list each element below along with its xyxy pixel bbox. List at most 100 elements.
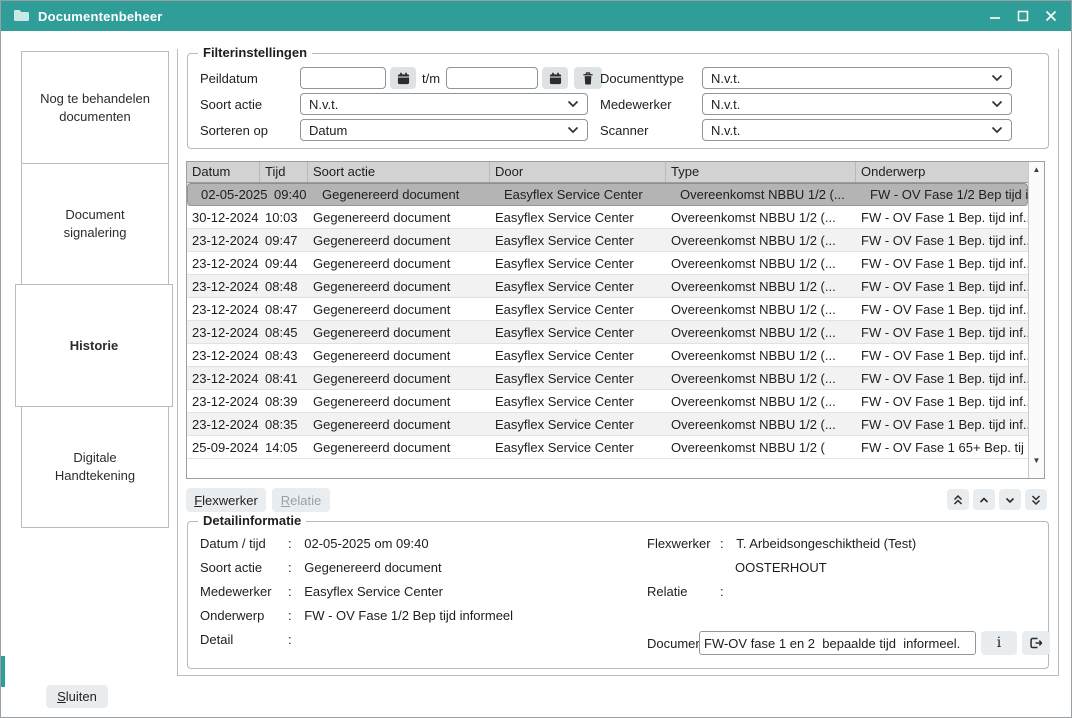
table-row[interactable]: 23-12-202408:35Gegenereerd documentEasyf… — [187, 413, 1028, 436]
tab-nog-te-behandelen-documenten[interactable]: Nog te behandelen documenten — [21, 51, 169, 164]
window-edge-accent — [1, 656, 5, 687]
table-row[interactable]: 23-12-202409:44Gegenereerd documentEasyf… — [187, 252, 1028, 275]
detail-groupbox: Detailinformatie Datum / tijd 02-05-2025… — [187, 521, 1049, 669]
scroll-down-button[interactable] — [999, 489, 1021, 510]
colon — [288, 632, 292, 647]
table-cell: Overeenkomst NBBU 1/2 (... — [666, 348, 856, 363]
clear-dates-button[interactable] — [574, 67, 602, 89]
table-cell: FW - OV Fase 1 Bep. tijd inf... — [856, 394, 1030, 409]
table-cell: 08:48 — [260, 279, 308, 294]
documenttype-select[interactable]: N.v.t. — [702, 67, 1012, 89]
table-cell: Overeenkomst NBBU 1/2 (... — [666, 325, 856, 340]
medewerker-label: Medewerker — [600, 97, 672, 112]
table-cell: 23-12-2024 — [187, 394, 260, 409]
table-cell: Easyflex Service Center — [490, 325, 666, 340]
table-row[interactable]: 23-12-202408:41Gegenereerd documentEasyf… — [187, 367, 1028, 390]
table-cell: 23-12-2024 — [187, 302, 260, 317]
peildatum-label: Peildatum — [200, 71, 258, 86]
filter-legend: Filterinstellingen — [198, 45, 312, 60]
column-header[interactable]: Tijd — [260, 162, 308, 182]
table-cell: 23-12-2024 — [187, 256, 260, 271]
document-info-button[interactable]: i — [981, 631, 1017, 655]
flexwerker-button[interactable]: Flexwerker — [186, 488, 266, 512]
tab-historie[interactable]: Historie — [15, 284, 173, 407]
detail-label: Flexwerker — [647, 536, 720, 551]
table-cell: 23-12-2024 — [187, 325, 260, 340]
table-row[interactable]: 23-12-202408:39Gegenereerd documentEasyf… — [187, 390, 1028, 413]
trash-icon — [582, 72, 594, 85]
table-row[interactable]: 02-05-202509:40Gegenereerd documentEasyf… — [187, 183, 1028, 206]
table-row[interactable]: 23-12-202408:43Gegenereerd documentEasyf… — [187, 344, 1028, 367]
sluiten-button[interactable]: Sluiten — [46, 685, 108, 708]
peildatum-from-input[interactable] — [300, 67, 386, 89]
colon — [288, 584, 292, 599]
column-header[interactable]: Onderwerp — [856, 162, 1030, 182]
table-cell: 23-12-2024 — [187, 348, 260, 363]
table-row[interactable]: 25-09-202414:05Gegenereerd documentEasyf… — [187, 436, 1028, 459]
detail-value: OOSTERHOUT — [735, 560, 827, 575]
table-cell: Gegenereerd document — [308, 348, 490, 363]
close-button[interactable] — [1039, 1, 1063, 31]
table-cell: Gegenereerd document — [308, 325, 490, 340]
table-cell: Easyflex Service Center — [490, 210, 666, 225]
peildatum-to-calendar-button[interactable] — [542, 67, 568, 89]
detail-label: Medewerker — [200, 584, 288, 599]
info-icon: i — [997, 635, 1001, 651]
detail-row: Medewerker Easyflex Service Center — [200, 584, 443, 599]
table-row[interactable]: 23-12-202408:47Gegenereerd documentEasyf… — [187, 298, 1028, 321]
scroll-last-button[interactable] — [1025, 489, 1047, 510]
tab-digitale-handtekening[interactable]: Digitale Handtekening — [21, 406, 169, 528]
sorteren-op-select[interactable]: Datum — [300, 119, 588, 141]
table-cell: 08:45 — [260, 325, 308, 340]
document-open-button[interactable] — [1022, 631, 1050, 655]
scroll-first-button[interactable] — [947, 489, 969, 510]
soort-actie-select[interactable]: N.v.t. — [300, 93, 588, 115]
table-scrollbar[interactable]: ▲ ▼ — [1028, 162, 1044, 478]
table-row[interactable]: 23-12-202409:47Gegenereerd documentEasyf… — [187, 229, 1028, 252]
medewerker-select[interactable]: N.v.t. — [702, 93, 1012, 115]
detail-row: Soort actie Gegenereerd document — [200, 560, 442, 575]
table-cell: Gegenereerd document — [308, 256, 490, 271]
table-cell: 14:05 — [260, 440, 308, 455]
table-cell: 25-09-2024 — [187, 440, 260, 455]
table-cell: Overeenkomst NBBU 1/2 (... — [675, 187, 865, 202]
column-header[interactable]: Soort actie — [308, 162, 490, 182]
table-cell: Gegenereerd document — [308, 371, 490, 386]
column-header[interactable]: Datum — [187, 162, 260, 182]
table-cell: Easyflex Service Center — [490, 233, 666, 248]
scroll-up-button[interactable] — [973, 489, 995, 510]
peildatum-from-calendar-button[interactable] — [390, 67, 416, 89]
peildatum-to-input[interactable] — [446, 67, 538, 89]
minimize-button[interactable] — [983, 1, 1007, 31]
colon — [288, 608, 292, 623]
table-cell: Gegenereerd document — [308, 210, 490, 225]
table-cell: 08:35 — [260, 417, 308, 432]
scrollbar-down-arrow-icon[interactable]: ▼ — [1029, 456, 1044, 465]
scanner-select[interactable]: N.v.t. — [702, 119, 1012, 141]
table-cell: 23-12-2024 — [187, 279, 260, 294]
tab-document-signalering[interactable]: Document signalering — [21, 163, 169, 285]
documentenbeheer-window: Documentenbeheer Nog te behandelen docum… — [0, 0, 1072, 718]
table-cell: 23-12-2024 — [187, 233, 260, 248]
table-row[interactable]: 23-12-202408:48Gegenereerd documentEasyf… — [187, 275, 1028, 298]
close-icon — [1045, 10, 1057, 22]
maximize-button[interactable] — [1011, 1, 1035, 31]
column-header[interactable]: Type — [666, 162, 856, 182]
table-cell: Easyflex Service Center — [490, 256, 666, 271]
table-cell: FW - OV Fase 1 Bep. tijd inf... — [856, 210, 1030, 225]
table-cell: FW - OV Fase 1 Bep. tijd inf... — [856, 417, 1030, 432]
table-cell: Easyflex Service Center — [490, 394, 666, 409]
table-row[interactable]: 23-12-202408:45Gegenereerd documentEasyf… — [187, 321, 1028, 344]
scrollbar-up-arrow-icon[interactable]: ▲ — [1029, 165, 1044, 174]
history-table: DatumTijdSoort actieDoorTypeOnderwerp 02… — [186, 161, 1045, 479]
export-icon — [1028, 636, 1044, 650]
relatie-button[interactable]: Relatie — [272, 488, 330, 512]
calendar-icon — [549, 72, 562, 85]
column-header[interactable]: Door — [490, 162, 666, 182]
table-cell: Gegenereerd document — [308, 233, 490, 248]
document-filename-input[interactable] — [699, 631, 976, 655]
colon — [288, 536, 292, 551]
detail-label: Soort actie — [200, 560, 288, 575]
table-row[interactable]: 30-12-202410:03Gegenereerd documentEasyf… — [187, 206, 1028, 229]
detail-value: 02-05-2025 om 09:40 — [304, 536, 428, 551]
